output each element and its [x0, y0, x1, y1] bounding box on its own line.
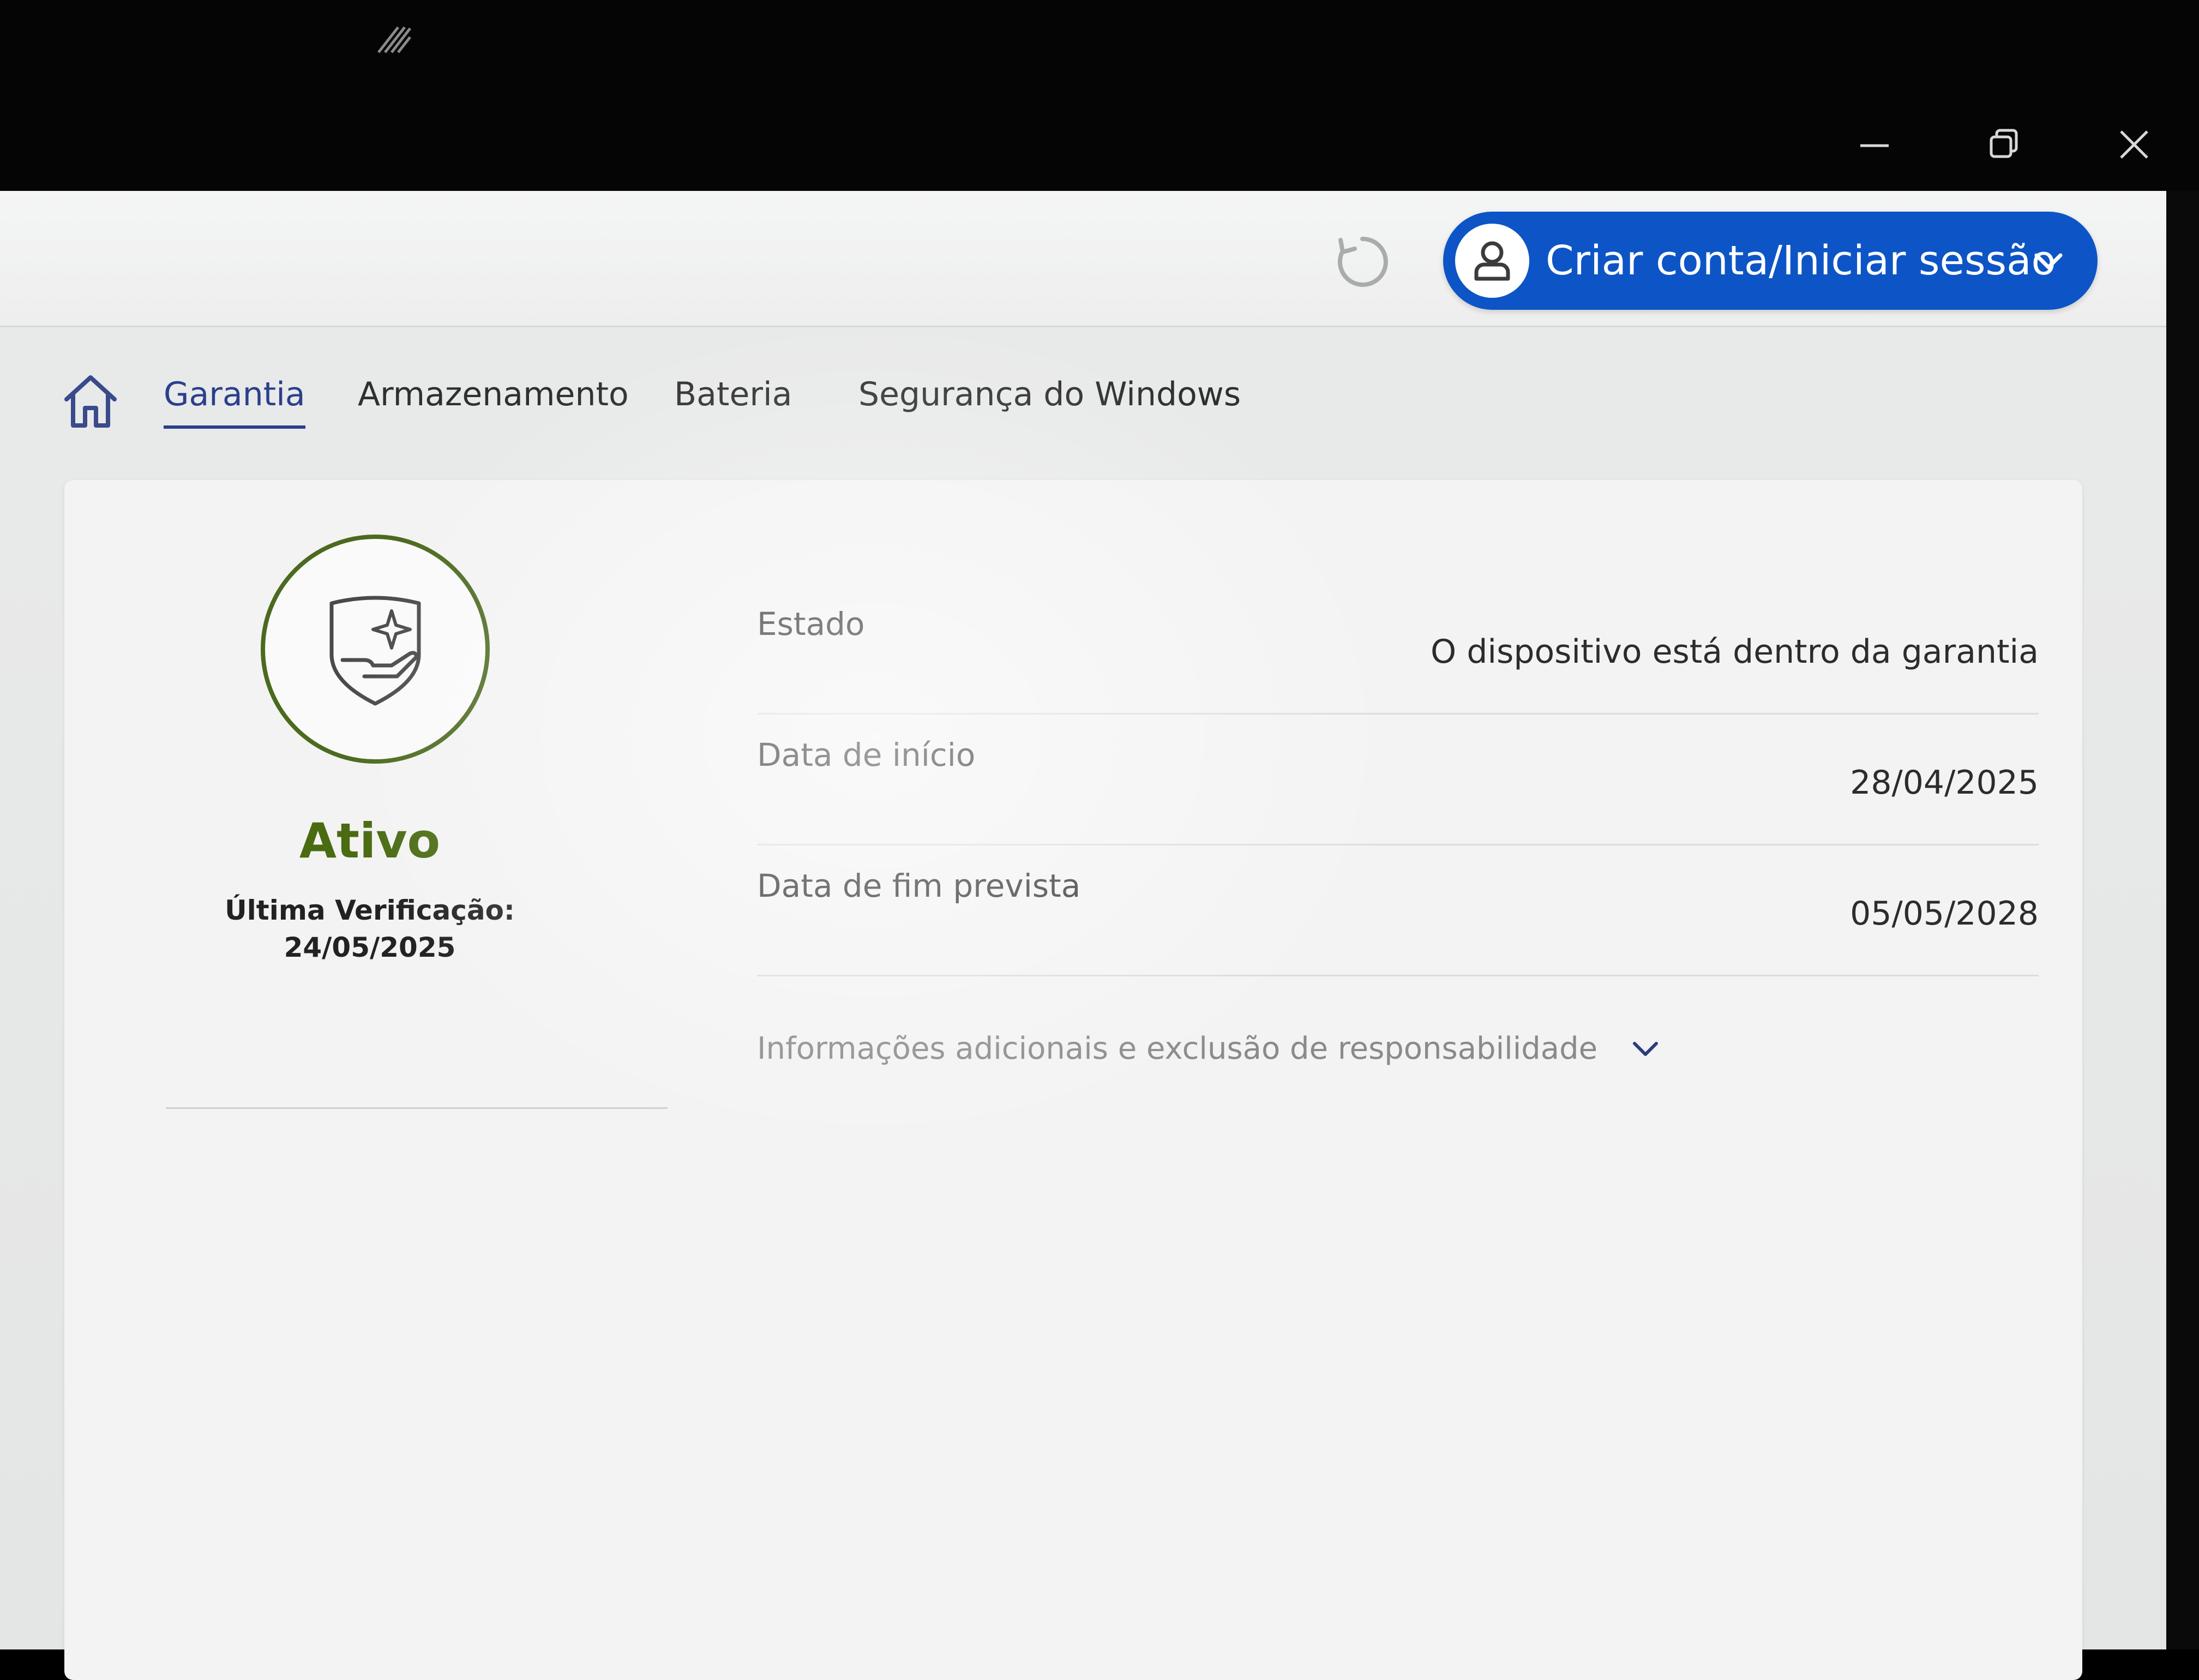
detail-row-estado: Estado O dispositivo está dentro da gara…: [757, 584, 2039, 715]
app-window: Criar conta/Iniciar sessão Garantia Arma…: [0, 191, 2171, 1680]
tab-garantia[interactable]: Garantia: [164, 375, 305, 429]
warranty-details: Estado O dispositivo está dentro da gara…: [757, 584, 2039, 1066]
minimize-button[interactable]: [1810, 109, 1939, 180]
tab-bateria[interactable]: Bateria: [674, 375, 792, 425]
close-icon: [2120, 130, 2148, 159]
home-icon: [64, 375, 117, 428]
detail-key: Estado: [757, 605, 865, 643]
account-button-label: Criar conta/Iniciar sessão: [1546, 237, 2056, 284]
screen-bezel: [2166, 191, 2199, 1649]
chevron-down-icon: [2034, 253, 2063, 269]
window-controls: [1810, 109, 2199, 180]
restore-icon: [1990, 129, 2018, 158]
last-check-info: Última Verificação: 24/05/2025: [163, 892, 577, 966]
shield-hand-icon: [329, 596, 421, 706]
chevron-down-icon: [1633, 1041, 1659, 1056]
last-check-date: 24/05/2025: [284, 932, 456, 963]
screen-top-area: [0, 0, 2199, 191]
more-info-label: Informações adicionais e exclusão de res…: [757, 1031, 1598, 1066]
tab-seguranca-windows[interactable]: Segurança do Windows: [858, 375, 1241, 425]
detail-value: 28/04/2025: [1850, 764, 2039, 802]
warranty-status-label: Ativo: [299, 813, 441, 869]
pattern-icon: [376, 25, 411, 55]
detail-key: Data de fim prevista: [757, 867, 1081, 904]
detail-key: Data de início: [757, 736, 976, 773]
more-info-toggle[interactable]: Informações adicionais e exclusão de res…: [757, 1031, 1661, 1066]
detail-row-data-inicio: Data de início 28/04/2025: [757, 715, 2039, 845]
detail-value: O dispositivo está dentro da garantia: [1431, 633, 2039, 671]
user-icon: [1474, 241, 1510, 281]
user-avatar: [1455, 224, 1529, 298]
warranty-status-panel: Ativo Última Verificação: 24/05/2025: [163, 480, 577, 1135]
warranty-card: Ativo Última Verificação: 24/05/2025 Est…: [64, 480, 2082, 1680]
refresh-icon: [1337, 236, 1388, 287]
warranty-badge: [261, 535, 490, 764]
minimize-icon: [1860, 144, 1889, 147]
last-check-label: Última Verificação:: [225, 895, 515, 926]
account-button[interactable]: Criar conta/Iniciar sessão: [1443, 212, 2098, 310]
home-button[interactable]: [61, 372, 120, 431]
refresh-button[interactable]: [1331, 230, 1394, 293]
detail-row-data-fim: Data de fim prevista 05/05/2028: [757, 845, 2039, 976]
tab-armazenamento[interactable]: Armazenamento: [358, 375, 629, 425]
close-button[interactable]: [2069, 109, 2199, 180]
tab-bar: Garantia Armazenamento Bateria Segurança…: [0, 355, 2171, 453]
detail-value: 05/05/2028: [1850, 895, 2039, 933]
app-header: Criar conta/Iniciar sessão: [0, 191, 2171, 327]
divider: [166, 1107, 668, 1109]
restore-button[interactable]: [1939, 109, 2069, 180]
